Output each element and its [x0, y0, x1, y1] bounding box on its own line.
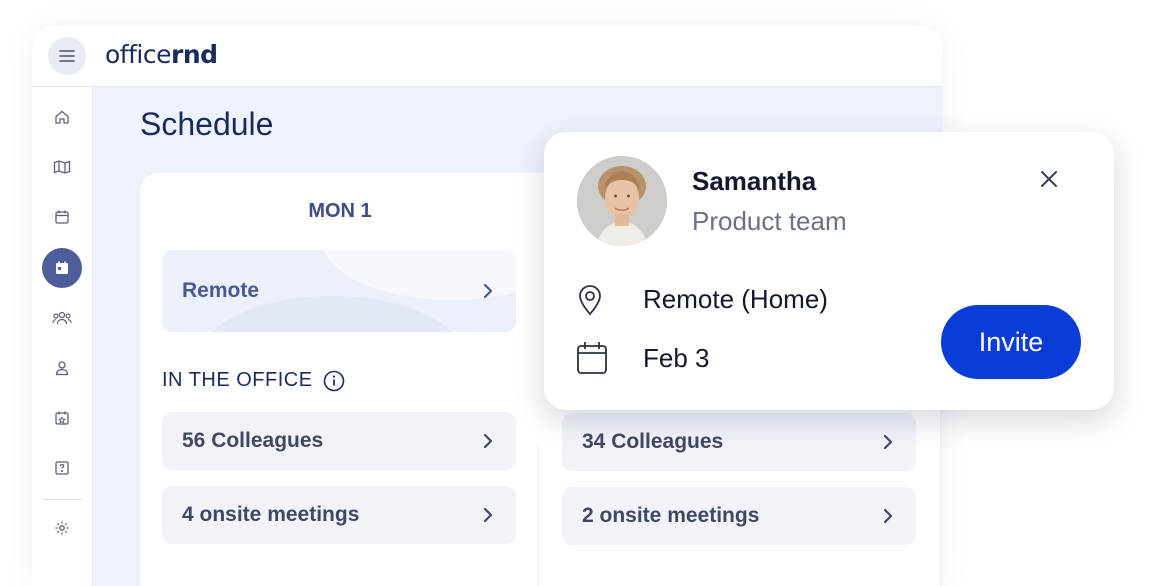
colleagues-card[interactable]: 34 Colleagues	[562, 413, 916, 471]
section-label-text: IN THE OFFICE	[162, 369, 313, 391]
date-row: Feb 3	[576, 341, 710, 375]
hamburger-icon	[59, 50, 75, 62]
colleagues-count: 34 Colleagues	[582, 430, 724, 453]
meetings-count: 4 onsite meetings	[182, 503, 360, 526]
sidebar-divider	[42, 499, 83, 500]
menu-button[interactable]	[48, 37, 86, 75]
sidebar	[32, 87, 93, 586]
user-icon	[55, 361, 69, 376]
chevron-right-icon	[882, 507, 894, 525]
person-popup: Samantha Product team Remote (Home) Feb …	[544, 132, 1114, 410]
logo[interactable]: officernd	[105, 40, 218, 69]
location-pin-icon	[579, 285, 601, 316]
chevron-right-icon	[482, 282, 494, 300]
calendar-icon	[55, 210, 69, 224]
team-icon	[52, 311, 72, 325]
page-title: Schedule	[140, 106, 274, 142]
chevron-right-icon	[882, 433, 894, 451]
meetings-card[interactable]: 4 onsite meetings	[162, 486, 516, 544]
close-icon	[1041, 171, 1057, 187]
avatar	[577, 156, 667, 246]
sidebar-item-help[interactable]	[42, 448, 82, 488]
close-button[interactable]	[1036, 166, 1062, 192]
info-icon[interactable]	[323, 370, 345, 392]
top-bar: officernd	[32, 26, 942, 87]
sidebar-item-settings[interactable]	[42, 508, 82, 548]
section-label: IN THE OFFICE	[162, 369, 345, 392]
remote-label: Remote	[182, 279, 260, 302]
invite-button[interactable]: Invite	[941, 305, 1081, 379]
meetings-card[interactable]: 2 onsite meetings	[562, 487, 916, 545]
settings-icon	[55, 521, 69, 535]
map-icon	[53, 160, 71, 174]
sidebar-item-calendar[interactable]	[42, 197, 82, 237]
sidebar-item-profile[interactable]	[42, 348, 82, 388]
day-label: MON 1	[308, 200, 372, 222]
schedule-icon	[56, 261, 68, 274]
help-icon	[55, 461, 69, 475]
location-row: Remote (Home)	[576, 282, 828, 316]
meetings-count: 2 onsite meetings	[582, 504, 760, 527]
home-icon	[55, 110, 69, 124]
location-text: Remote (Home)	[643, 283, 828, 314]
sidebar-item-schedule[interactable]	[42, 248, 82, 288]
date-text: Feb 3	[643, 342, 710, 373]
colleagues-card[interactable]: 56 Colleagues	[162, 412, 516, 470]
person-name: Samantha	[692, 166, 817, 196]
sidebar-item-map[interactable]	[42, 147, 82, 187]
calendar-icon	[577, 342, 607, 374]
colleagues-count: 56 Colleagues	[182, 429, 324, 452]
sidebar-item-home[interactable]	[42, 97, 82, 137]
chevron-right-icon	[482, 506, 494, 524]
chevron-right-icon	[482, 432, 494, 450]
sidebar-item-bookings[interactable]	[42, 398, 82, 438]
sidebar-item-team[interactable]	[42, 298, 82, 338]
remote-card[interactable]: Remote	[162, 250, 516, 332]
column-divider	[538, 443, 539, 586]
booking-icon	[55, 411, 69, 425]
person-team: Product team	[692, 206, 847, 236]
